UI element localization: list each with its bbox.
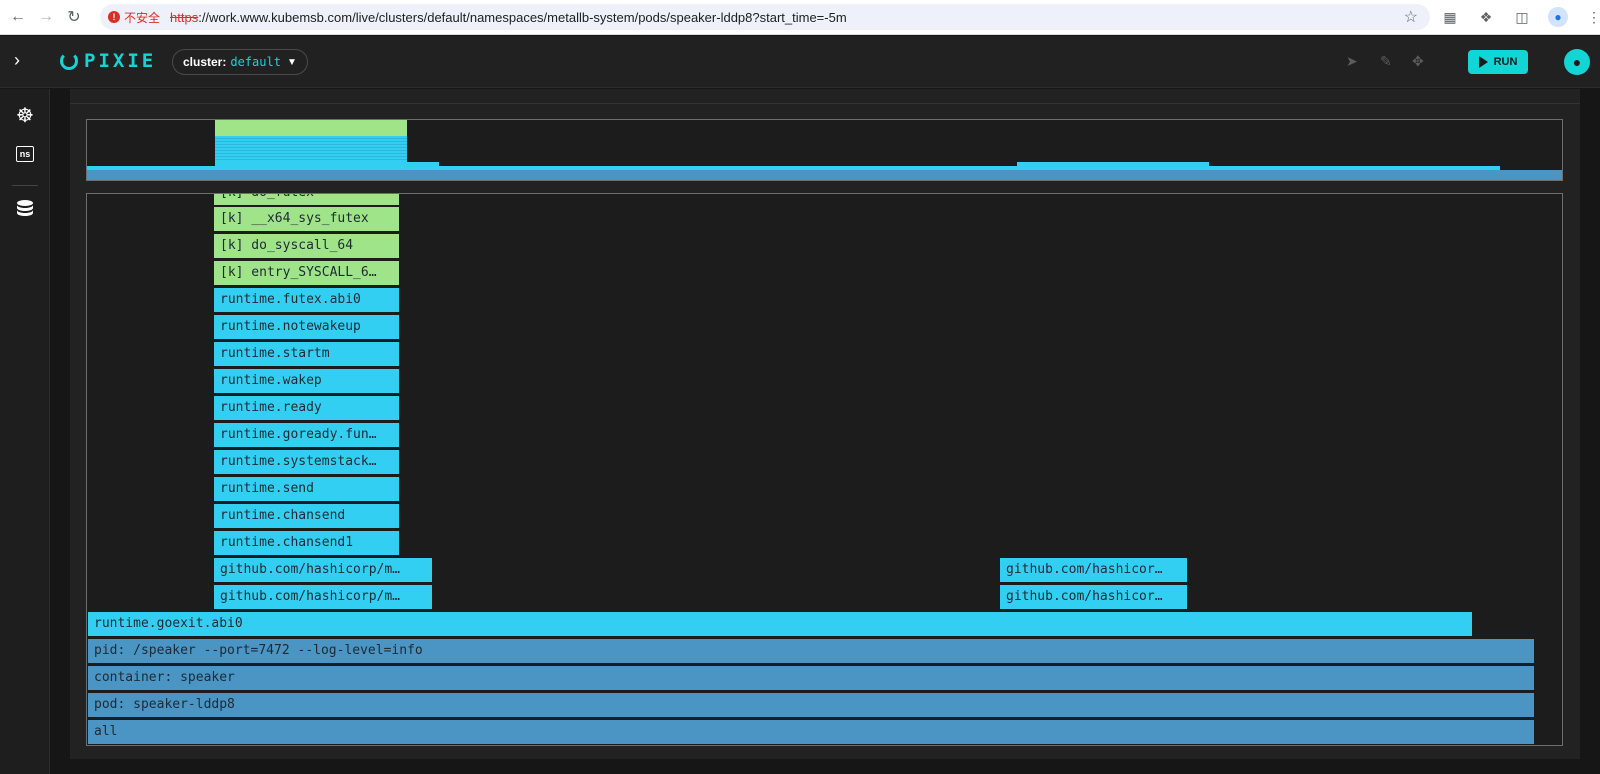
frame-runtime-chansend[interactable]: runtime.chansend: [213, 503, 400, 529]
bookmark-star-icon[interactable]: ☆: [1404, 7, 1418, 27]
minimap-kernel-block: [215, 120, 407, 136]
kubernetes-wheel-icon[interactable]: ☸: [13, 103, 37, 127]
run-button[interactable]: RUN: [1468, 50, 1528, 74]
sidebar-divider: [12, 185, 38, 186]
cluster-selector[interactable]: cluster: default ▼: [172, 49, 308, 75]
warning-icon: !: [108, 11, 120, 23]
sidebar: ☸ ns: [0, 89, 50, 774]
side-panel-icon[interactable]: ◫: [1512, 5, 1532, 29]
flamegraph[interactable]: [k] do_futex [k] __x64_sys_futex [k] do_…: [86, 193, 1563, 746]
cluster-value: default: [230, 55, 281, 69]
forward-icon[interactable]: →: [34, 5, 58, 29]
puzzle-icon[interactable]: ❖: [1476, 5, 1496, 29]
send-icon[interactable]: ➤: [1346, 53, 1358, 70]
minimap-base: [87, 170, 1562, 180]
profile-icon[interactable]: ●: [1548, 7, 1568, 27]
logo-text: PIXIE: [84, 50, 157, 72]
frame-runtime-send[interactable]: runtime.send: [213, 476, 400, 502]
frame-all[interactable]: all: [87, 719, 1535, 745]
back-icon[interactable]: ←: [6, 5, 30, 29]
cluster-label: cluster:: [183, 55, 227, 69]
security-label: 不安全: [124, 10, 161, 25]
reload-icon[interactable]: ↻: [62, 5, 86, 29]
frame-runtime-goexit[interactable]: runtime.goexit.abi0: [87, 611, 1473, 637]
url-text: ://work.www.kubemsb.com/live/clusters/de…: [198, 9, 847, 25]
namespace-icon[interactable]: ns: [13, 142, 37, 166]
browser-toolbar: ← → ↻ ! 不安全 https://work.www.kubemsb.com…: [0, 0, 1600, 35]
flamegraph-minimap[interactable]: [86, 119, 1563, 181]
run-label: RUN: [1493, 56, 1518, 68]
panel-divider: [70, 103, 1580, 104]
pixie-logo[interactable]: PIXIE: [60, 50, 156, 72]
user-avatar-icon[interactable]: ●: [1564, 49, 1590, 75]
frame-runtime-systemstack[interactable]: runtime.systemstack…: [213, 449, 400, 475]
frame-x64-sys-futex[interactable]: [k] __x64_sys_futex: [213, 206, 400, 232]
database-icon[interactable]: [13, 197, 37, 221]
play-icon: [1478, 56, 1488, 68]
caret-down-icon: ▼: [286, 56, 297, 68]
frame-hashicorp-right-lower[interactable]: github.com/hashicor…: [999, 584, 1188, 610]
frame-hashicorp-left-lower[interactable]: github.com/hashicorp/m…: [213, 584, 433, 610]
frame-pod[interactable]: pod: speaker-lddp8: [87, 692, 1535, 718]
frame-runtime-futex[interactable]: runtime.futex.abi0: [213, 287, 400, 313]
frame-entry-syscall[interactable]: [k] entry_SYSCALL_6…: [213, 260, 400, 286]
frame-hashicorp-left-upper[interactable]: github.com/hashicorp/m…: [213, 557, 433, 583]
url-scheme: https: [170, 9, 199, 25]
frame-runtime-startm[interactable]: runtime.startm: [213, 341, 400, 367]
frame-runtime-chansend1[interactable]: runtime.chansend1: [213, 530, 400, 556]
address-bar[interactable]: ! 不安全 https://work.www.kubemsb.com/live/…: [100, 4, 1430, 30]
frame-runtime-goready[interactable]: runtime.goready.fun…: [213, 422, 400, 448]
frame-runtime-ready[interactable]: runtime.ready: [213, 395, 400, 421]
frame-pid[interactable]: pid: /speaker --port=7472 --log-level=in…: [87, 638, 1535, 664]
frame-do-syscall-64[interactable]: [k] do_syscall_64: [213, 233, 400, 259]
frame-container[interactable]: container: speaker: [87, 665, 1535, 691]
extension-icon[interactable]: ▦: [1440, 5, 1460, 29]
security-indicator[interactable]: ! 不安全: [108, 9, 160, 26]
sidebar-toggle-chevron-icon[interactable]: ›: [14, 50, 20, 71]
frame-runtime-wakep[interactable]: runtime.wakep: [213, 368, 400, 394]
app-header: › PIXIE cluster: default ▼ ➤ ✎ ✥ RUN ●: [0, 36, 1600, 88]
logo-ring-icon: [60, 52, 78, 70]
frame-runtime-notewakeup[interactable]: runtime.notewakeup: [213, 314, 400, 340]
menu-dots-icon[interactable]: ⋮: [1584, 5, 1600, 29]
edit-icon[interactable]: ✎: [1380, 53, 1392, 70]
frame-hashicorp-right-upper[interactable]: github.com/hashicor…: [999, 557, 1188, 583]
frame-do-futex[interactable]: [k] do_futex: [213, 194, 400, 206]
move-icon[interactable]: ✥: [1412, 53, 1424, 70]
